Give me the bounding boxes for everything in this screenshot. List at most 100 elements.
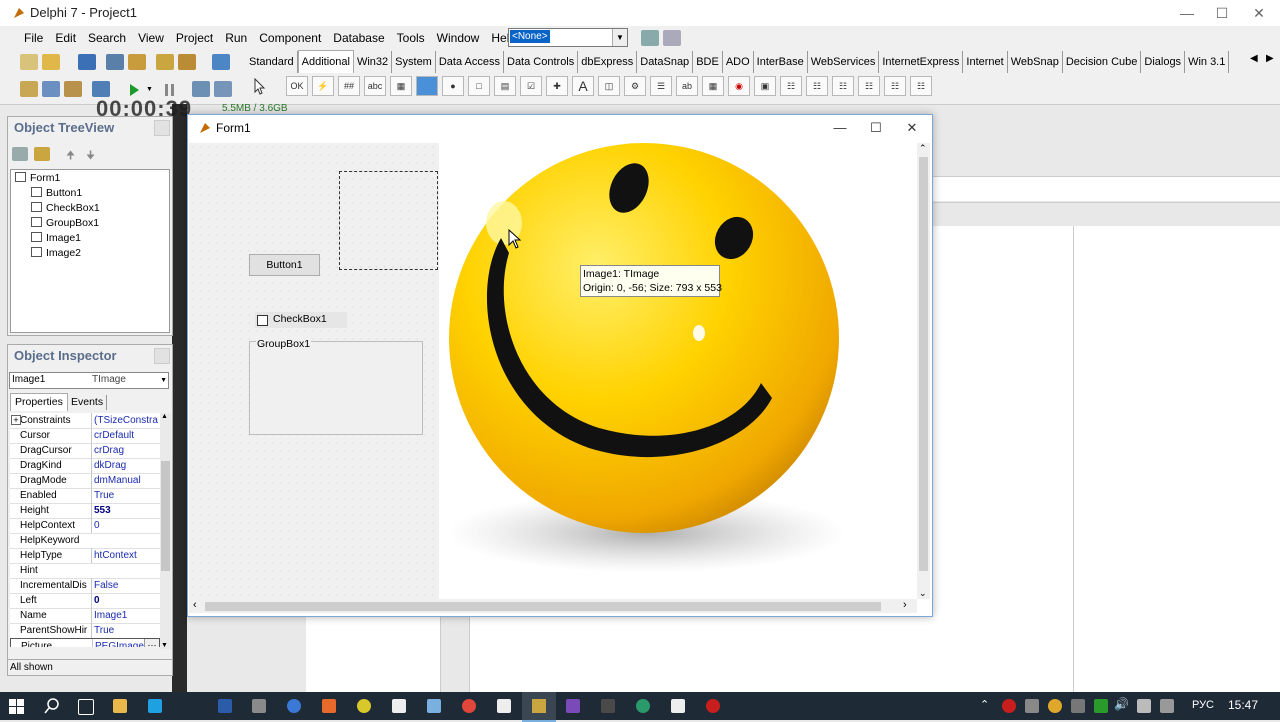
new-icon[interactable] bbox=[20, 54, 38, 70]
prop-value[interactable]: 553 bbox=[91, 503, 160, 518]
groupbox1[interactable]: GroupBox1 bbox=[249, 338, 423, 435]
prop-constraints[interactable]: Constraints (TSizeConstra bbox=[10, 413, 160, 429]
menu-project[interactable]: Project bbox=[170, 26, 219, 50]
actiontoolbar-icon[interactable]: ☷ bbox=[806, 76, 828, 96]
shape-icon[interactable]: ● bbox=[442, 76, 464, 96]
open-project-icon[interactable] bbox=[128, 54, 146, 70]
tree-node-form1[interactable]: Form1 bbox=[15, 172, 60, 184]
tray-icon[interactable] bbox=[1025, 699, 1039, 713]
input-language[interactable]: РУС bbox=[1192, 699, 1214, 711]
prop-value[interactable]: True bbox=[91, 488, 160, 503]
chevron-down-icon[interactable]: ▼ bbox=[160, 373, 167, 388]
tab-additional[interactable]: Additional bbox=[297, 50, 354, 73]
wifi-icon[interactable] bbox=[1071, 699, 1085, 713]
prop-value[interactable]: htContext bbox=[91, 548, 160, 563]
menu-window[interactable]: Window bbox=[431, 26, 486, 50]
form-hscrollbar[interactable]: ‹ › bbox=[189, 599, 917, 613]
visual-studio-icon[interactable] bbox=[566, 699, 580, 713]
battery-icon[interactable] bbox=[1137, 699, 1151, 713]
prop-value[interactable]: Image1 bbox=[91, 608, 160, 623]
prop-incrementaldisplay[interactable]: IncrementalDis False bbox=[10, 578, 160, 594]
tab-data-access[interactable]: Data Access bbox=[436, 51, 504, 73]
prop-value[interactable]: PEGImage) bbox=[92, 639, 145, 647]
arrow-up-icon[interactable]: 🠉 bbox=[66, 147, 75, 166]
prop-helpkeyword[interactable]: HelpKeyword bbox=[10, 533, 160, 549]
tab-bde[interactable]: BDE bbox=[693, 51, 723, 73]
menu-search[interactable]: Search bbox=[82, 26, 132, 50]
tab-interbase[interactable]: InterBase bbox=[754, 51, 808, 73]
scroll-thumb[interactable] bbox=[919, 157, 928, 571]
standardcolormap-icon[interactable]: ☷ bbox=[858, 76, 880, 96]
tab-ado[interactable]: ADO bbox=[723, 51, 754, 73]
app-icon[interactable] bbox=[601, 699, 615, 713]
app-icon[interactable] bbox=[357, 699, 371, 713]
save-all-icon[interactable] bbox=[106, 54, 124, 70]
calculator-icon[interactable] bbox=[497, 699, 511, 713]
prop-value[interactable]: (TSizeConstra bbox=[91, 413, 160, 428]
prop-helpcontext[interactable]: HelpContext 0 bbox=[10, 518, 160, 534]
prop-dragkind[interactable]: DragKind dkDrag bbox=[10, 458, 160, 474]
object-selector-combo[interactable]: Image1 TImage ▼ bbox=[9, 372, 169, 389]
prop-value[interactable]: False bbox=[91, 578, 160, 593]
app-icon[interactable] bbox=[427, 699, 441, 713]
prop-dragmode[interactable]: DragMode dmManual bbox=[10, 473, 160, 489]
tab-events[interactable]: Events bbox=[68, 395, 108, 410]
prop-dragcursor[interactable]: DragCursor crDrag bbox=[10, 443, 160, 459]
prop-cursor[interactable]: Cursor crDefault bbox=[10, 428, 160, 444]
bevel-icon[interactable]: □ bbox=[468, 76, 490, 96]
scroll-up-icon[interactable]: ⌃ bbox=[919, 143, 927, 154]
close-icon[interactable] bbox=[154, 120, 170, 136]
desktop-save-icon[interactable] bbox=[641, 30, 659, 46]
menu-file[interactable]: File bbox=[18, 26, 49, 50]
app-icon[interactable] bbox=[287, 699, 301, 713]
new-item-icon[interactable] bbox=[12, 147, 28, 161]
colorbox-icon[interactable]: ▦ bbox=[702, 76, 724, 96]
form-vscrollbar[interactable]: ⌃ ⌄ bbox=[917, 143, 930, 599]
menu-run[interactable]: Run bbox=[219, 26, 253, 50]
checklistbox-icon[interactable]: ☑ bbox=[520, 76, 542, 96]
prop-value[interactable]: True bbox=[91, 623, 160, 638]
file-explorer-icon[interactable] bbox=[113, 699, 127, 713]
prop-height[interactable]: Height 553 bbox=[10, 503, 160, 519]
view-form-icon[interactable] bbox=[42, 81, 60, 97]
tree-node-button1[interactable]: Button1 bbox=[31, 187, 82, 199]
scroll-thumb[interactable] bbox=[205, 602, 881, 611]
app-icon[interactable] bbox=[392, 699, 406, 713]
delete-item-icon[interactable] bbox=[34, 147, 50, 161]
prop-value[interactable]: 0 bbox=[91, 593, 160, 608]
scroll-up-icon[interactable]: ▲ bbox=[161, 413, 168, 420]
maximize-button[interactable]: ☐ bbox=[858, 119, 894, 137]
chart-icon[interactable]: ◉ bbox=[728, 76, 750, 96]
prop-value[interactable]: dmManual bbox=[91, 473, 160, 488]
menu-tools[interactable]: Tools bbox=[391, 26, 431, 50]
prop-helptype[interactable]: HelpType htContext bbox=[10, 548, 160, 564]
image-component-icon[interactable] bbox=[416, 76, 438, 96]
tab-decision-cube[interactable]: Decision Cube bbox=[1063, 51, 1142, 73]
app-icon[interactable] bbox=[322, 699, 336, 713]
menu-view[interactable]: View bbox=[132, 26, 170, 50]
customizedlg-icon[interactable]: ☷ bbox=[910, 76, 932, 96]
word-icon[interactable] bbox=[218, 699, 232, 713]
ellipsis-button[interactable]: ⋯ bbox=[144, 639, 159, 647]
actionmainmenubar-icon[interactable]: ☷ bbox=[780, 76, 802, 96]
task-view-icon[interactable] bbox=[78, 699, 94, 715]
scroll-down-icon[interactable]: ▼ bbox=[161, 642, 168, 649]
remove-file-icon[interactable] bbox=[178, 54, 196, 70]
arrow-down-icon[interactable]: 🠋 bbox=[86, 147, 95, 166]
image2[interactable] bbox=[339, 171, 438, 270]
image1[interactable] bbox=[439, 143, 917, 599]
delphi-taskbar-button[interactable] bbox=[522, 692, 556, 722]
tab-websnap[interactable]: WebSnap bbox=[1008, 51, 1063, 73]
recorder-icon[interactable] bbox=[706, 699, 720, 713]
download-icon[interactable] bbox=[1094, 699, 1108, 713]
search-icon[interactable] bbox=[44, 698, 60, 714]
tab-datasnap[interactable]: DataSnap bbox=[637, 51, 694, 73]
prop-picture[interactable]: Picture PEGImage) ⋯ bbox=[10, 638, 160, 647]
checkbox-box[interactable] bbox=[257, 315, 268, 326]
twilightcolormap-icon[interactable]: ☷ bbox=[884, 76, 906, 96]
tab-internet[interactable]: Internet bbox=[963, 51, 1008, 73]
scroll-right-icon[interactable]: › bbox=[903, 599, 907, 611]
tab-properties[interactable]: Properties bbox=[10, 393, 68, 411]
tab-system[interactable]: System bbox=[392, 51, 436, 73]
prop-value[interactable]: crDefault bbox=[91, 428, 160, 443]
